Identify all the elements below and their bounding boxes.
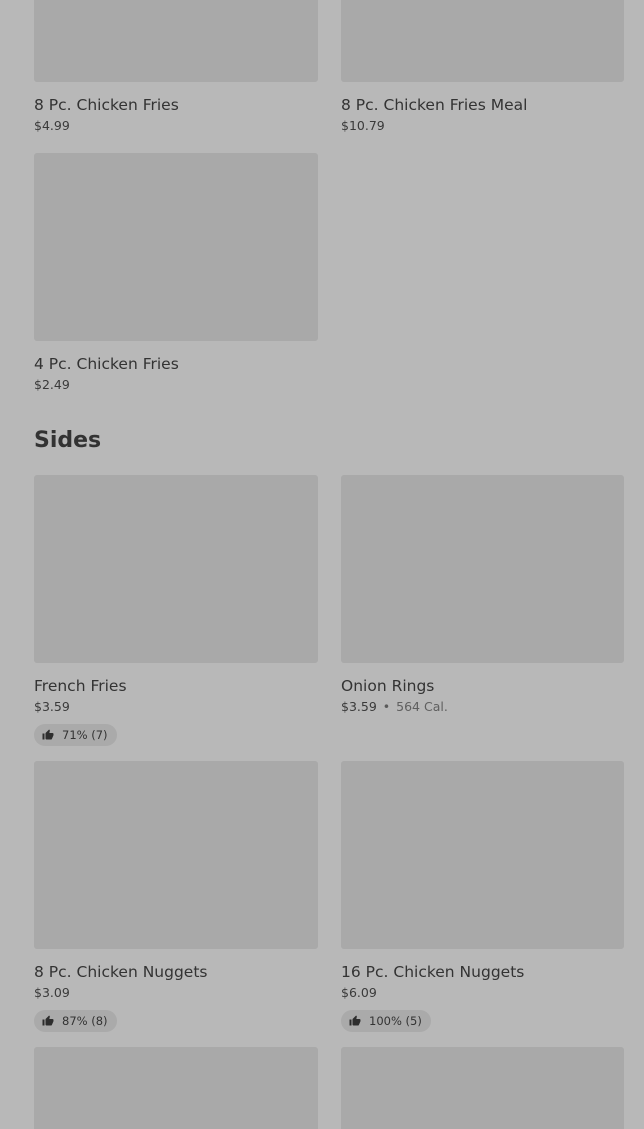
menu-item-price: $2.49 [34,377,70,392]
menu-item-card[interactable]: 16 Pc. Chicken Nuggets $6.09 100% (5) [341,761,624,1032]
menu-item-card[interactable]: 8 Pc. Chicken Fries Meal $10.79 [341,0,624,134]
menu-item-calories: 564 Cal. [396,699,448,714]
thumbs-up-icon [42,1015,54,1026]
menu-item-card[interactable]: French Fries $3.59 71% (7) [34,475,318,746]
menu-item-name: 8 Pc. Chicken Fries Meal [341,96,528,114]
menu-item-name: French Fries [34,677,127,695]
menu-item-name: 4 Pc. Chicken Fries [34,355,179,373]
menu-item-card[interactable]: 8 Pc. Chicken Fries $4.99 [34,0,318,134]
menu-item-price: $4.99 [34,118,70,133]
menu-item-name: 8 Pc. Chicken Nuggets [34,963,208,981]
rating-text: 87% (8) [62,1014,108,1028]
menu-item-card[interactable]: 8 Pc. Chicken Nuggets $3.09 87% (8) [34,761,318,1032]
menu-item-name: Onion Rings [341,677,435,695]
menu-item-price-row: $10.79 [341,118,624,134]
menu-item-image[interactable] [341,1047,624,1129]
menu-item-price-row: $3.59 • 564 Cal. [341,699,624,715]
menu-item-price-row: $3.09 [34,985,318,1001]
menu-item-card[interactable] [34,1047,318,1129]
thumbs-up-icon [349,1015,361,1026]
rating-text: 100% (5) [369,1014,422,1028]
menu-item-name: 8 Pc. Chicken Fries [34,96,179,114]
menu-item-price: $6.09 [341,985,377,1000]
menu-item-image[interactable] [34,1047,318,1129]
menu-item-image[interactable] [341,761,624,949]
menu-item-card[interactable]: Onion Rings $3.59 • 564 Cal. [341,475,624,715]
rating-badge: 71% (7) [34,724,117,746]
rating-badge: 87% (8) [34,1010,117,1032]
section-title-sides: Sides [34,428,102,453]
menu-item-price-row: $4.99 [34,118,318,134]
menu-item-image[interactable] [34,475,318,663]
menu-item-price-row: $3.59 [34,699,318,715]
menu-item-image[interactable] [34,761,318,949]
rating-text: 71% (7) [62,728,108,742]
menu-item-card[interactable]: 4 Pc. Chicken Fries $2.49 [34,153,318,393]
menu-item-name: 16 Pc. Chicken Nuggets [341,963,525,981]
menu-item-image[interactable] [34,153,318,341]
rating-badge: 100% (5) [341,1010,431,1032]
menu-item-image[interactable] [341,0,624,82]
menu-item-price-row: $2.49 [34,377,318,393]
menu-item-image[interactable] [341,475,624,663]
menu-item-price-row: $6.09 [341,985,624,1001]
menu-item-card[interactable] [341,1047,624,1129]
thumbs-up-icon [42,729,54,740]
menu-item-price: $3.59 [341,699,377,714]
separator-dot: • [382,699,391,714]
menu-item-image[interactable] [34,0,318,82]
menu-item-price: $10.79 [341,118,385,133]
menu-item-price: $3.09 [34,985,70,1000]
menu-item-price: $3.59 [34,699,70,714]
